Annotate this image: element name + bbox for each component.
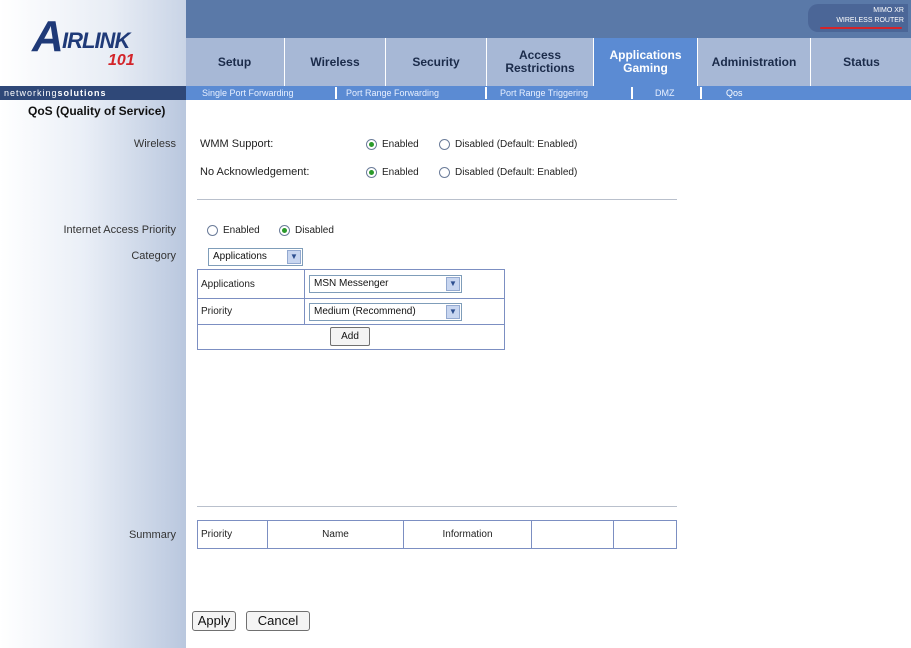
app-label-cell: Applications bbox=[197, 269, 305, 299]
chevron-down-icon[interactable]: ▼ bbox=[446, 305, 460, 319]
cancel-button[interactable]: Cancel bbox=[246, 611, 310, 631]
logo-text: IRLINK bbox=[62, 28, 130, 53]
logo-area: A IRLINK 101 bbox=[0, 0, 186, 86]
application-select[interactable]: MSN Messenger ▼ bbox=[309, 275, 462, 293]
tab-setup[interactable]: Setup bbox=[186, 38, 283, 86]
subnav-separator bbox=[700, 87, 702, 99]
priority-select-cell: Medium (Recommend) ▼ bbox=[304, 298, 505, 325]
logo-letter: A bbox=[32, 12, 64, 61]
noack-disabled-radio[interactable] bbox=[439, 167, 450, 178]
subnav-port-range-forwarding[interactable]: Port Range Forwarding bbox=[346, 86, 439, 100]
product-badge: MIMO XR WIRELESS ROUTER bbox=[808, 4, 908, 32]
priority-label-cell: Priority bbox=[197, 298, 305, 325]
summary-label: Summary bbox=[128, 529, 176, 541]
internet-priority-label: Internet Access Priority bbox=[63, 224, 177, 236]
table-row: Applications MSN Messenger ▼ bbox=[197, 269, 505, 299]
tab-security[interactable]: Security bbox=[385, 38, 486, 86]
wmm-disabled-label: Disabled (Default: Enabled) bbox=[455, 139, 578, 150]
product-line-2: WIRELESS ROUTER bbox=[836, 17, 904, 24]
product-line-1: MIMO XR bbox=[873, 7, 904, 14]
noack-enabled-label: Enabled bbox=[382, 167, 419, 178]
priority-select[interactable]: Medium (Recommend) ▼ bbox=[309, 303, 462, 321]
main-tabbar: Setup Wireless Security Access Restricti… bbox=[186, 38, 911, 86]
add-button[interactable]: Add bbox=[330, 327, 370, 346]
table-row: Priority Medium (Recommend) ▼ bbox=[197, 298, 505, 325]
noack-enabled-radio[interactable] bbox=[366, 167, 377, 178]
wmm-support-label: WMM Support: bbox=[200, 138, 274, 150]
sub-navigation: Single Port Forwarding Port Range Forwar… bbox=[186, 86, 911, 100]
priority-disabled-radio[interactable] bbox=[279, 225, 290, 236]
logo-sub: 101 bbox=[108, 52, 135, 69]
category-label: Category bbox=[131, 250, 176, 262]
summary-table: Priority Name Information bbox=[197, 520, 677, 549]
subnav-port-range-triggering[interactable]: Port Range Triggering bbox=[500, 86, 588, 100]
divider bbox=[197, 506, 677, 507]
application-table: Applications MSN Messenger ▼ Priority Me… bbox=[197, 269, 505, 350]
wireless-label: Wireless bbox=[133, 138, 176, 150]
noack-disabled-label: Disabled (Default: Enabled) bbox=[455, 167, 578, 178]
table-row: Priority Name Information bbox=[197, 520, 677, 549]
subnav-dmz[interactable]: DMZ bbox=[655, 86, 675, 100]
section-title: QoS (Quality of Service) bbox=[28, 104, 166, 118]
subnav-single-port-forwarding[interactable]: Single Port Forwarding bbox=[202, 86, 294, 100]
tagline-bold: solutions bbox=[57, 88, 107, 98]
chevron-down-icon[interactable]: ▼ bbox=[446, 277, 460, 291]
application-select-value: MSN Messenger bbox=[314, 278, 389, 289]
priority-enabled-label: Enabled bbox=[223, 225, 260, 236]
app-select-cell: MSN Messenger ▼ bbox=[304, 269, 505, 299]
subnav-separator bbox=[335, 87, 337, 99]
tab-applications-gaming[interactable]: Applications Gaming bbox=[593, 38, 697, 86]
priority-disabled-label: Disabled bbox=[295, 225, 334, 236]
wmm-enabled-radio[interactable] bbox=[366, 139, 377, 150]
tab-status[interactable]: Status bbox=[810, 38, 911, 86]
tagline: networkingsolutions bbox=[0, 86, 186, 100]
wmm-disabled-radio[interactable] bbox=[439, 139, 450, 150]
category-select[interactable]: Applications ▼ bbox=[208, 248, 303, 266]
apply-button[interactable]: Apply bbox=[192, 611, 236, 631]
left-column bbox=[0, 100, 186, 648]
wmm-enabled-label: Enabled bbox=[382, 139, 419, 150]
tab-wireless[interactable]: Wireless bbox=[284, 38, 385, 86]
summary-col-information: Information bbox=[403, 520, 532, 549]
badge-swoosh bbox=[820, 27, 902, 29]
add-button-cell: Add bbox=[197, 324, 505, 350]
tagline-light: networking bbox=[4, 88, 58, 98]
priority-select-value: Medium (Recommend) bbox=[314, 306, 416, 317]
category-select-value: Applications bbox=[213, 251, 267, 262]
table-row: Add bbox=[197, 324, 505, 350]
summary-col-4 bbox=[531, 520, 614, 549]
chevron-down-icon[interactable]: ▼ bbox=[287, 250, 301, 264]
summary-col-5 bbox=[613, 520, 677, 549]
priority-enabled-radio[interactable] bbox=[207, 225, 218, 236]
subnav-separator bbox=[485, 87, 487, 99]
summary-col-priority: Priority bbox=[197, 520, 268, 549]
tab-administration[interactable]: Administration bbox=[697, 38, 810, 86]
divider bbox=[197, 199, 677, 200]
summary-col-name: Name bbox=[267, 520, 404, 549]
subnav-qos[interactable]: Qos bbox=[726, 86, 743, 100]
no-ack-label: No Acknowledgement: bbox=[200, 166, 310, 178]
tab-access-restrictions[interactable]: Access Restrictions bbox=[486, 38, 593, 86]
header-strip bbox=[186, 0, 911, 38]
subnav-separator bbox=[631, 87, 633, 99]
